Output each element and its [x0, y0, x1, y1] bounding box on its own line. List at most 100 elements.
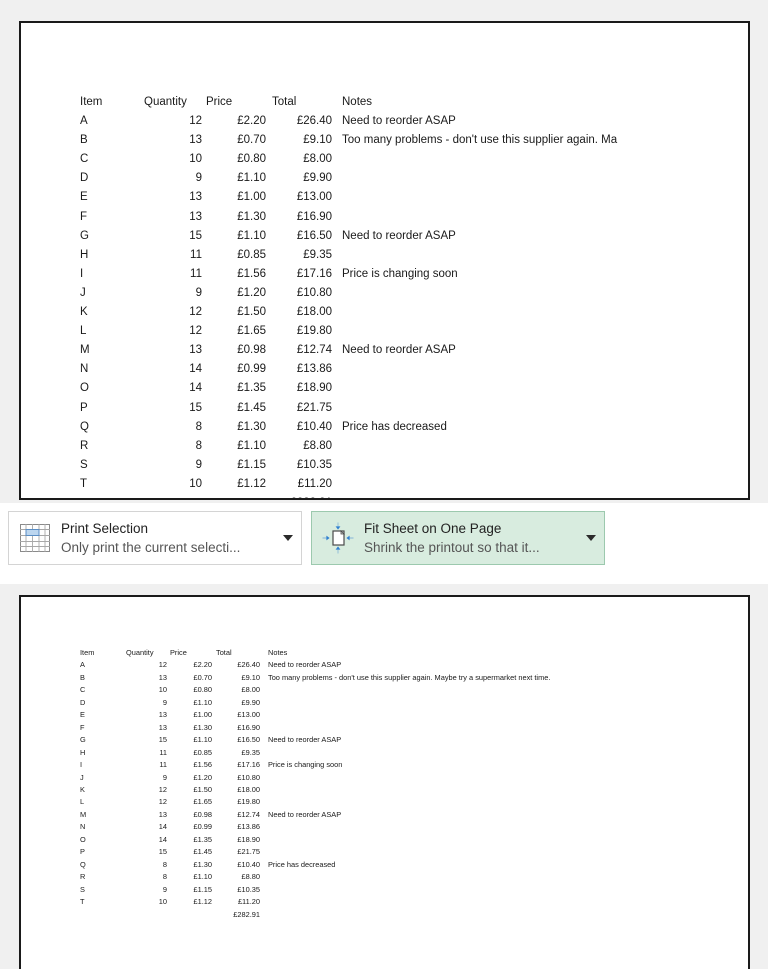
table-row: R 8 £1.10 £8.80 — [80, 871, 550, 883]
table-row: L 12 £1.65 £19.80 — [80, 322, 617, 341]
cell-item: D — [80, 172, 89, 185]
chevron-down-glyph — [586, 535, 596, 541]
cell-price: £1.30 — [237, 210, 266, 223]
cell-price: £2.20 — [193, 660, 213, 670]
table-row: R 8 £1.10 £8.80 — [80, 437, 617, 456]
header-price: Price — [206, 96, 233, 108]
cell-price: £1.20 — [237, 286, 266, 299]
cell-price: £1.00 — [193, 710, 213, 720]
cell-quantity: 12 — [189, 115, 202, 128]
cell-total: £17.16 — [237, 760, 260, 770]
cell-price: £2.20 — [237, 115, 266, 128]
print-selection-dropdown[interactable]: Print Selection Only print the current s… — [8, 511, 302, 565]
cell-total: £9.90 — [303, 172, 332, 185]
cell-price: £1.15 — [193, 884, 213, 894]
table-header-row: Item Quantity Price Total Notes — [80, 93, 617, 112]
cell-quantity: 11 — [190, 248, 202, 261]
cell-total: £9.10 — [241, 672, 261, 682]
cell-total: £16.90 — [296, 210, 332, 223]
cell-notes — [338, 379, 617, 398]
cell-price: £1.56 — [237, 267, 266, 280]
cell-item: R — [80, 872, 86, 882]
cell-item: I — [80, 267, 84, 280]
table-body: A 12 £2.20 £26.40 Need to reorder ASAP B 13 £0.… — [80, 659, 550, 921]
cell-quantity: 12 — [158, 660, 167, 670]
table-row: B 13 £0.70 £9.10 Too many problems - don't u… — [80, 131, 617, 150]
cell-notes: Price has decreased — [342, 420, 447, 433]
cell-item: H — [80, 747, 86, 757]
cell-total: £17.16 — [296, 267, 332, 280]
table-row: K 12 £1.50 £18.00 — [80, 784, 550, 796]
table-header-row: Item Quantity Price Total Notes — [80, 647, 550, 659]
cell-total: £16.50 — [237, 735, 260, 745]
cell-price: £1.10 — [193, 697, 213, 707]
cell-price: £0.70 — [237, 134, 266, 147]
cell-price: £1.20 — [193, 772, 213, 782]
cell-total: £21.75 — [296, 401, 332, 414]
cell-item: T — [80, 477, 88, 490]
cell-quantity: 10 — [158, 897, 167, 907]
cell-empty — [144, 494, 206, 498]
cell-notes: Price is changing soon — [268, 760, 343, 770]
cell-item: B — [80, 672, 85, 682]
cell-total: £8.80 — [241, 872, 261, 882]
cell-item: G — [80, 735, 86, 745]
cell-quantity: 10 — [158, 685, 167, 695]
table-row: G 15 £1.10 £16.50 Need to reorder ASAP — [80, 734, 550, 746]
print-selection-text: Print Selection Only print the current s… — [61, 520, 275, 557]
grand-total-row: £282.91 — [80, 909, 550, 921]
cell-price: £0.70 — [193, 672, 213, 682]
cell-total: £12.74 — [237, 809, 260, 819]
cell-total: £18.00 — [296, 306, 332, 319]
cell-price: £0.85 — [193, 747, 213, 757]
cell-price: £0.99 — [237, 363, 266, 376]
cell-notes — [264, 796, 550, 808]
cell-empty — [80, 909, 126, 921]
chevron-down-icon[interactable] — [578, 511, 604, 565]
cell-notes — [264, 884, 550, 896]
table-row: D 9 £1.10 £9.90 — [80, 697, 550, 709]
inventory-table-before: Item Quantity Price Total Notes A 12 £2.20… — [80, 93, 617, 498]
cell-total: £21.75 — [237, 847, 260, 857]
chevron-down-glyph — [283, 535, 293, 541]
cell-notes — [264, 846, 550, 858]
cell-price: £0.80 — [237, 153, 266, 166]
cell-empty — [126, 909, 170, 921]
cell-total: £11.20 — [297, 477, 332, 490]
cell-quantity: 9 — [162, 772, 167, 782]
table-row: D 9 £1.10 £9.90 — [80, 169, 617, 188]
cell-price: £1.30 — [193, 722, 213, 732]
cell-notes — [264, 684, 550, 696]
cell-quantity: 10 — [189, 477, 202, 490]
cell-item: J — [80, 286, 86, 299]
cell-empty — [80, 494, 144, 498]
cell-quantity: 12 — [189, 325, 202, 338]
cell-notes: Need to reorder ASAP — [268, 809, 342, 819]
chevron-down-icon[interactable] — [275, 511, 301, 565]
table-row: P 15 £1.45 £21.75 — [80, 846, 550, 858]
cell-quantity: 13 — [189, 344, 202, 357]
header-notes: Notes — [342, 96, 373, 108]
fit-sheet-dropdown[interactable]: Fit Sheet on One Page Shrink the printou… — [311, 511, 605, 565]
cell-item: D — [80, 697, 86, 707]
cell-item: Q — [80, 420, 89, 433]
cell-notes — [264, 896, 550, 908]
cell-item: C — [80, 153, 89, 166]
cell-total: £10.35 — [296, 458, 332, 471]
cell-item: K — [80, 306, 88, 319]
cell-notes — [264, 871, 550, 883]
header-quantity: Quantity — [126, 648, 154, 657]
cell-item: K — [80, 784, 85, 794]
table-row: O 14 £1.35 £18.90 — [80, 834, 550, 846]
table-row: F 13 £1.30 £16.90 — [80, 208, 617, 227]
cell-total: £8.00 — [241, 685, 261, 695]
cell-item: M — [80, 344, 90, 357]
cell-total: £19.80 — [237, 797, 260, 807]
cell-quantity: 14 — [158, 822, 167, 832]
cell-quantity: 11 — [190, 267, 202, 280]
cell-quantity: 9 — [195, 172, 202, 185]
cell-total: £26.40 — [296, 115, 332, 128]
table-row: J 9 £1.20 £10.80 — [80, 772, 550, 784]
cell-quantity: 8 — [195, 439, 202, 452]
cell-price: £1.50 — [237, 306, 266, 319]
